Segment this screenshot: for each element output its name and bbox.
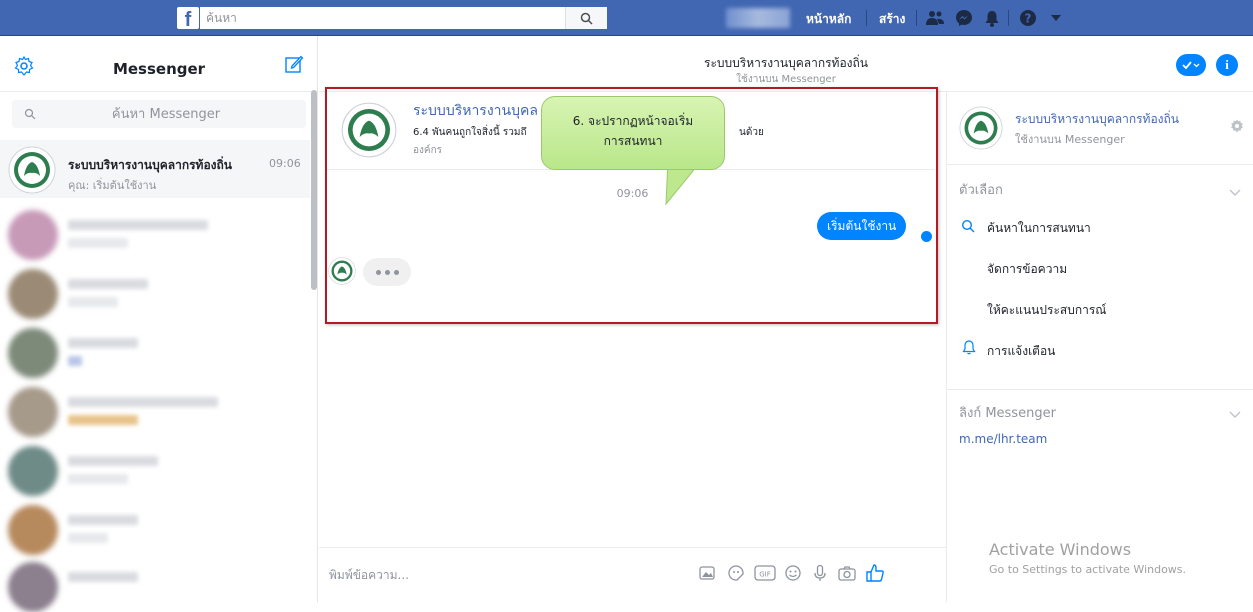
- option-rate-experience[interactable]: ให้คะแนนประสบการณ์: [987, 301, 1106, 320]
- conversation-list-header: Messenger: [0, 36, 317, 92]
- gif-icon[interactable]: GIF: [754, 562, 776, 584]
- nav-divider: [916, 10, 917, 26]
- conversation-item-blurred[interactable]: [0, 322, 310, 380]
- conversation-item-blurred[interactable]: [0, 381, 310, 439]
- windows-activation-watermark: Activate Windows: [989, 540, 1132, 559]
- page-avatar: [341, 102, 397, 161]
- sticker-icon[interactable]: [725, 562, 747, 584]
- microphone-icon[interactable]: [809, 562, 831, 584]
- details-page-name[interactable]: ระบบบริหารงานบุคลากรท้องถิ่น: [1015, 110, 1179, 129]
- svg-text:GIF: GIF: [759, 571, 771, 579]
- typing-indicator: [363, 258, 411, 286]
- conversation-list-panel: Messenger ระบบบริหารงานบุคลากรท้องถิ่น 0…: [0, 36, 318, 612]
- conversation-item-blurred[interactable]: [0, 204, 310, 262]
- conversation-time: 09:06: [269, 157, 301, 170]
- details-settings-gear-icon[interactable]: [1230, 119, 1244, 136]
- chat-title[interactable]: ระบบบริหารงานบุคลากรท้องถิ่น: [319, 54, 1253, 73]
- like-thumbs-up-icon[interactable]: [864, 562, 886, 584]
- nav-divider: [1008, 10, 1009, 26]
- facebook-topbar: f หน้าหลัก สร้าง ?: [0, 0, 1253, 36]
- help-icon[interactable]: ?: [1018, 8, 1038, 28]
- facebook-logo-icon[interactable]: f: [177, 7, 199, 29]
- options-section: ตัวเลือก ค้นหาในการสนทนา จัดการข้อความ ใ…: [947, 164, 1253, 389]
- search-button[interactable]: [565, 7, 607, 29]
- page-likes-text-end: นด้วย: [739, 127, 764, 138]
- callout-line-2: การสนทนา: [603, 134, 663, 148]
- facebook-search-input[interactable]: [200, 7, 570, 29]
- info-icon[interactable]: i: [1216, 54, 1238, 76]
- chat-header: ระบบบริหารงานบุคลากรท้องถิ่น ใช้งานบน Me…: [319, 36, 1253, 92]
- search-icon: [24, 108, 36, 120]
- conversation-item-blurred[interactable]: [0, 440, 310, 498]
- option-manage-messages[interactable]: จัดการข้อความ: [987, 260, 1067, 279]
- conversation-name: ระบบบริหารงานบุคลากรท้องถิ่น: [68, 158, 232, 172]
- conversation-item-blurred[interactable]: [0, 263, 310, 321]
- message-composer: GIF: [319, 547, 946, 602]
- search-icon: [580, 12, 593, 25]
- conversation-item-active[interactable]: ระบบบริหารงานบุคลากรท้องถิ่น 09:06 คุณ: …: [0, 140, 310, 198]
- message-delivered-check-icon: [921, 231, 932, 242]
- options-section-title[interactable]: ตัวเลือก: [959, 179, 1003, 200]
- search-icon: [961, 219, 975, 236]
- photo-icon[interactable]: [696, 562, 718, 584]
- new-message-compose-icon[interactable]: [284, 54, 304, 77]
- svg-text:?: ?: [1025, 12, 1032, 26]
- create-link[interactable]: สร้าง: [879, 10, 905, 29]
- conversation-preview: คุณ: เริ่มต้นใช้งาน: [68, 179, 157, 192]
- account-menu-chevron-down-icon[interactable]: [1046, 8, 1066, 28]
- option-notifications[interactable]: การแจ้งเตือน: [987, 342, 1055, 361]
- messenger-search-input[interactable]: [36, 106, 296, 122]
- outgoing-message-bubble[interactable]: เริ่มต้นใช้งาน: [817, 212, 907, 240]
- checkmark-icon: [1182, 61, 1200, 70]
- messenger-link-section-title[interactable]: ลิงก์ Messenger: [959, 402, 1056, 423]
- camera-icon[interactable]: [836, 562, 858, 584]
- message-timestamp: 09:06: [616, 187, 649, 200]
- callout-line-1: 6. จะปรากฏหน้าจอเริ่ม: [572, 114, 694, 128]
- conversation-details-panel: ระบบบริหารงานบุคลากรท้องถิ่น ใช้งานบน Me…: [946, 92, 1253, 602]
- profile-link-blurred[interactable]: [726, 8, 790, 28]
- conversation-item-blurred[interactable]: [0, 556, 310, 612]
- check-menu-button[interactable]: [1176, 54, 1206, 76]
- conversation-item-blurred[interactable]: [0, 499, 310, 557]
- annotation-callout: 6. จะปรากฏหน้าจอเริ่ม การสนทนา: [541, 96, 725, 170]
- page-avatar: [959, 106, 1003, 153]
- message-input[interactable]: [329, 564, 689, 586]
- friends-icon[interactable]: [925, 8, 945, 28]
- options-chevron-down-icon[interactable]: [1229, 185, 1241, 199]
- conversation-list-scrollbar[interactable]: [311, 90, 317, 290]
- emoji-icon[interactable]: [782, 562, 804, 584]
- page-name-link[interactable]: ระบบบริหารงานบุคล: [413, 100, 538, 122]
- messenger-icon[interactable]: [954, 8, 974, 28]
- messenger-link-chevron-down-icon[interactable]: [1229, 407, 1241, 421]
- page-category: องค์กร: [413, 145, 443, 156]
- messenger-search: [12, 100, 306, 128]
- nav-divider: [866, 10, 867, 26]
- sidebar-title: Messenger: [112, 60, 206, 78]
- details-page-subtitle: ใช้งานบน Messenger: [1015, 133, 1125, 146]
- notifications-bell-icon[interactable]: [982, 8, 1002, 28]
- page-likes-text: 6.4 พันคนถูกใจสิ่งนี้ รวมถึ: [413, 127, 527, 138]
- option-search-in-conversation[interactable]: ค้นหาในการสนทนา: [987, 219, 1091, 238]
- chat-subtitle: ใช้งานบน Messenger: [736, 74, 836, 85]
- page-avatar-small: [328, 257, 356, 288]
- windows-activation-hint: Go to Settings to activate Windows.: [989, 563, 1187, 576]
- facebook-search: [200, 7, 607, 29]
- page-avatar: [8, 146, 56, 197]
- messenger-short-link[interactable]: m.me/lhr.team: [959, 432, 1047, 446]
- bell-icon: [962, 340, 976, 358]
- home-link[interactable]: หน้าหลัก: [806, 10, 851, 29]
